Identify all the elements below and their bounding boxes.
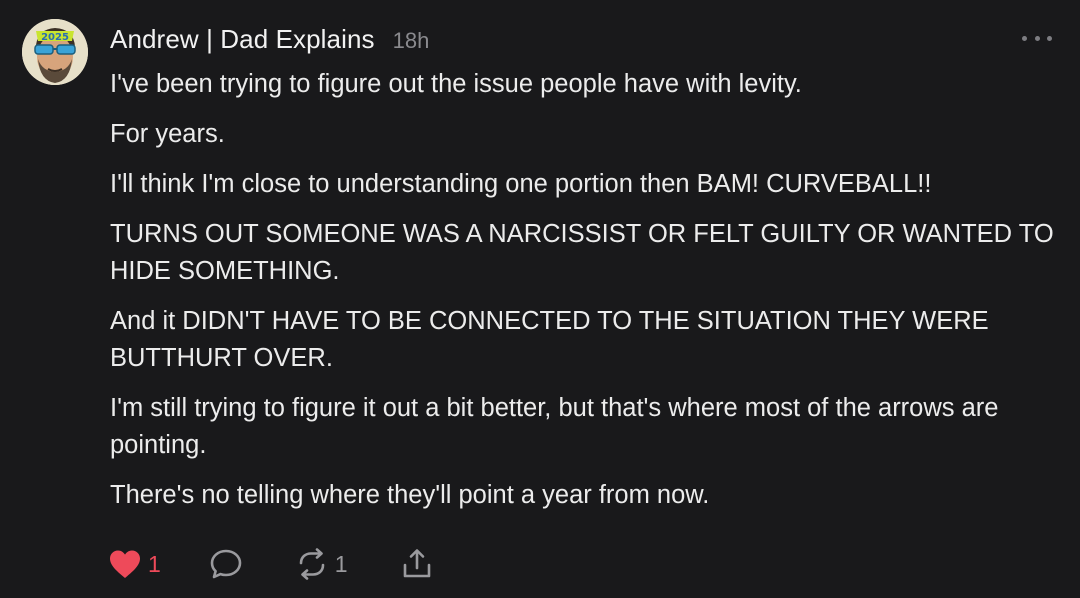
paragraph: TURNS OUT SOMEONE WAS A NARCISSIST OR FE… [110,220,1054,285]
avatar-badge-text: 2025 [41,32,69,43]
avatar-illustration-icon: 2025 [22,19,88,85]
restack-button[interactable]: 1 [295,548,348,580]
comment-icon [210,549,242,579]
share-icon [403,549,430,578]
paragraph: There's no telling where they'll point a… [110,481,710,509]
paragraph: For years. [110,120,225,148]
more-options-icon[interactable] [1022,30,1052,46]
timestamp[interactable]: 18h [393,28,430,54]
like-button[interactable]: 1 [108,549,161,579]
dot-icon [1022,35,1027,41]
share-button[interactable] [400,548,434,580]
note-header: Andrew | Dad Explains 18h [110,24,429,55]
paragraph: I'm still trying to figure it out a bit … [110,394,999,459]
restack-count: 1 [334,550,348,577]
note-body: I've been trying to figure out the issue… [110,66,1060,527]
author-avatar[interactable]: 2025 [22,19,88,85]
restack-icon [299,548,325,580]
note-card: 2025 Andrew | Dad Explains 18h I've been… [0,0,1080,598]
like-count: 1 [148,550,161,577]
paragraph: And it DIDN'T HAVE TO BE CONNECTED TO TH… [110,307,989,372]
action-bar: 1 1 [108,544,434,584]
author-name[interactable]: Andrew | Dad Explains [110,24,375,55]
paragraph: I've been trying to figure out the issue… [110,70,802,98]
heart-icon [110,550,140,578]
dot-icon [1034,35,1040,41]
dot-icon [1047,35,1052,41]
comment-button[interactable] [209,548,243,580]
paragraph: I'll think I'm close to understanding on… [110,170,932,198]
